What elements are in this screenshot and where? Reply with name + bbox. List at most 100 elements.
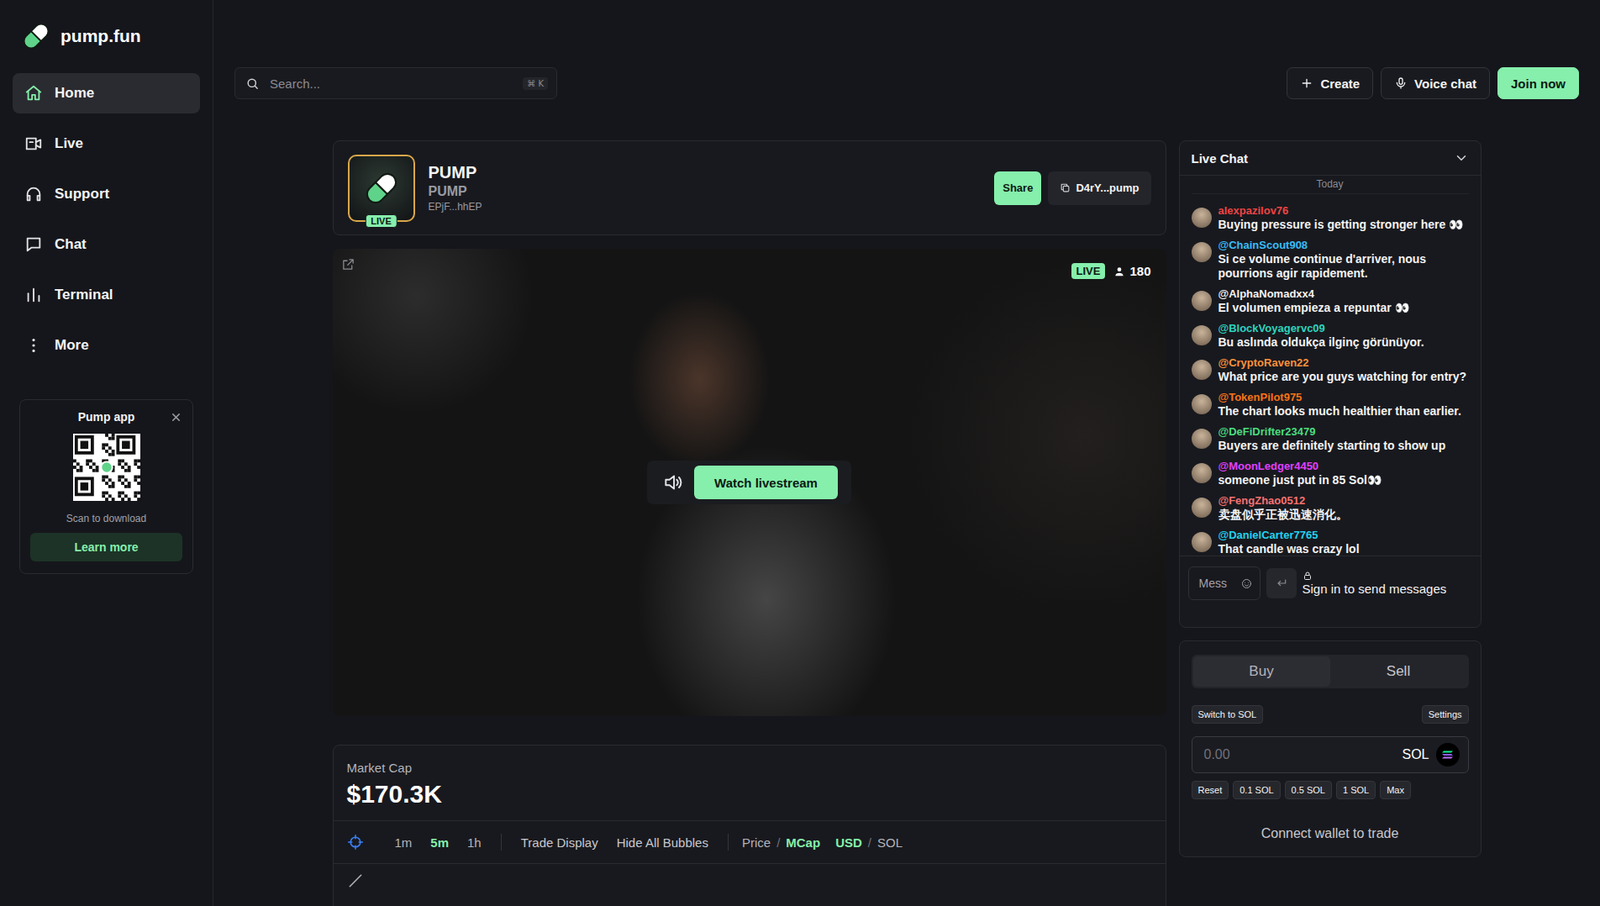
message-user[interactable]: @TokenPilot975 — [1218, 390, 1462, 405]
trade-panel: BuySell Switch to SOL Settings SOL Reset0.1 … — [1178, 640, 1482, 858]
message-user[interactable]: @DeFiDrifter23479 — [1218, 425, 1447, 439]
message-input[interactable] — [1197, 575, 1237, 591]
quick-amount-button[interactable]: 0.1 SOL — [1232, 780, 1280, 800]
message-text: Buyers are definitely starting to show u… — [1218, 438, 1447, 453]
chart-area[interactable] — [333, 863, 1166, 906]
share-button[interactable]: Share — [994, 171, 1042, 206]
livestream-player[interactable]: LIVE180Watch livestream — [332, 248, 1167, 716]
video-icon — [24, 134, 43, 153]
message-user[interactable]: @CryptoRaven22 — [1218, 356, 1468, 370]
primary-button[interactable]: Join now — [1497, 67, 1579, 100]
copy-contract-button[interactable]: D4rY...pump — [1047, 171, 1151, 206]
message-user[interactable]: @BlockVoyagervc09 — [1218, 321, 1425, 336]
user-avatar[interactable] — [1191, 463, 1212, 484]
user-avatar[interactable] — [1191, 394, 1212, 415]
sidebar-item[interactable]: Terminal — [12, 274, 200, 316]
trade-tab[interactable]: Buy — [1193, 656, 1331, 687]
user-avatar[interactable] — [1191, 290, 1212, 311]
chevron-down-icon[interactable] — [1453, 150, 1469, 166]
copy-icon — [1059, 182, 1071, 194]
message-list: alexpazilov76Buying pressure is getting … — [1179, 194, 1481, 556]
pill-logo-icon — [18, 18, 54, 54]
chat-message: @CryptoRaven22What price are you guys wa… — [1191, 356, 1469, 385]
watch-livestream-button[interactable]: Watch livestream — [694, 465, 838, 500]
user-avatar[interactable] — [1191, 242, 1212, 263]
user-avatar[interactable] — [1191, 428, 1212, 449]
enter-icon — [1274, 576, 1289, 590]
chat-input-bar: Sign in to send messages — [1179, 555, 1481, 612]
interval-button[interactable]: 5m — [422, 831, 457, 853]
quick-amount-button[interactable]: Reset — [1191, 780, 1230, 800]
user-avatar[interactable] — [1191, 359, 1212, 380]
voice-button[interactable]: Voice chat — [1380, 67, 1490, 100]
brand[interactable]: pump.fun — [12, 18, 200, 54]
amount-currency: SOL — [1401, 747, 1429, 763]
external-link-icon[interactable] — [341, 257, 356, 272]
toolbar-toggle[interactable]: Trade Display — [513, 831, 606, 853]
live-chat-panel: Live ChatTodayalexpazilov76Buying pressu… — [1178, 140, 1482, 628]
currency-toggle[interactable]: SOL — [875, 831, 905, 853]
message-user[interactable]: alexpazilov76 — [1218, 204, 1464, 218]
search-field[interactable]: ⌘ K — [234, 67, 558, 100]
learn-more-button[interactable]: Learn more — [30, 532, 183, 562]
trend-line-icon[interactable] — [347, 872, 364, 890]
close-icon[interactable] — [169, 410, 183, 424]
chat-message: @FengZhao0512卖盘似乎正被迅速消化。 — [1191, 494, 1469, 522]
plus-icon — [1300, 76, 1314, 90]
token-header: LIVEPUMPPUMPEPjF...hhEPShareD4rY...pump — [332, 140, 1167, 236]
promo-title: Pump app — [78, 410, 136, 424]
message-user[interactable]: @AlphaNomadxx4 — [1218, 287, 1410, 301]
live-badge: LIVE — [364, 214, 397, 228]
chat-message: @MoonLedger4450someone just put in 85 So… — [1191, 459, 1469, 488]
person-icon — [1113, 265, 1126, 278]
user-avatar[interactable] — [1191, 207, 1212, 228]
viewer-count: 180 — [1113, 263, 1151, 279]
interval-button[interactable]: 1m — [387, 831, 421, 853]
message-user[interactable]: @DanielCarter7765 — [1218, 528, 1360, 543]
create-button[interactable]: Create — [1286, 67, 1374, 100]
user-avatar[interactable] — [1191, 497, 1212, 518]
separator: / — [868, 835, 872, 850]
send-button[interactable] — [1266, 568, 1297, 599]
sidebar-item[interactable]: Live — [12, 123, 200, 164]
search-input[interactable] — [268, 75, 515, 92]
message-user[interactable]: @MoonLedger4450 — [1218, 459, 1382, 474]
token-avatar[interactable]: LIVE — [347, 154, 416, 222]
message-text: What price are you guys watching for ent… — [1218, 369, 1468, 385]
toolbar-toggle[interactable]: Hide All Bubbles — [609, 831, 716, 853]
interval-button[interactable]: 1h — [459, 831, 490, 853]
chat-message: @DeFiDrifter23479Buyers are definitely s… — [1191, 425, 1469, 453]
microphone-icon — [1394, 76, 1408, 90]
switch-currency-button[interactable]: Switch to SOL — [1191, 705, 1264, 724]
user-avatar[interactable] — [1191, 325, 1212, 346]
unit-toggle[interactable]: Price — [740, 831, 773, 853]
quick-amount-button[interactable]: Max — [1379, 780, 1411, 800]
headset-icon — [24, 184, 43, 204]
message-field[interactable] — [1188, 566, 1261, 600]
sidebar: pump.fun Home Live Support Chat Terminal More P… — [0, 0, 214, 906]
sidebar-item[interactable]: Support — [12, 173, 200, 215]
settings-button[interactable]: Settings — [1421, 705, 1469, 724]
amount-input[interactable] — [1202, 746, 1396, 764]
emoji-icon[interactable] — [1240, 577, 1253, 590]
message-text: Si ce volume continue d'arriver, nous po… — [1218, 252, 1469, 281]
quick-amount-button[interactable]: 0.5 SOL — [1284, 780, 1332, 800]
message-user[interactable]: @ChainScout908 — [1218, 238, 1469, 253]
amount-field[interactable]: SOL — [1191, 736, 1469, 774]
currency-toggle[interactable]: USD — [833, 831, 864, 853]
sidebar-item[interactable]: Home — [12, 73, 200, 114]
speaker-icon[interactable] — [662, 471, 685, 494]
trade-tabs: BuySell — [1191, 654, 1469, 689]
chart-toolbar: 1m5m1h Trade DisplayHide All Bubbles Price… — [333, 820, 1166, 864]
sign-in-prompt[interactable]: Sign in to send messages — [1302, 570, 1448, 596]
crosshair-icon[interactable] — [347, 833, 364, 851]
connect-wallet-prompt[interactable]: Connect wallet to trade — [1191, 826, 1469, 842]
trade-tab[interactable]: Sell — [1330, 656, 1468, 687]
message-user[interactable]: @FengZhao0512 — [1218, 494, 1348, 508]
sidebar-item[interactable]: Chat — [12, 224, 200, 265]
quick-amount-button[interactable]: 1 SOL — [1336, 780, 1376, 800]
user-avatar[interactable] — [1191, 531, 1212, 553]
unit-toggle[interactable]: MCap — [784, 831, 822, 853]
message-text: Bu aslında oldukça ilginç görünüyor. — [1218, 335, 1425, 350]
sidebar-item[interactable]: More — [12, 325, 200, 366]
